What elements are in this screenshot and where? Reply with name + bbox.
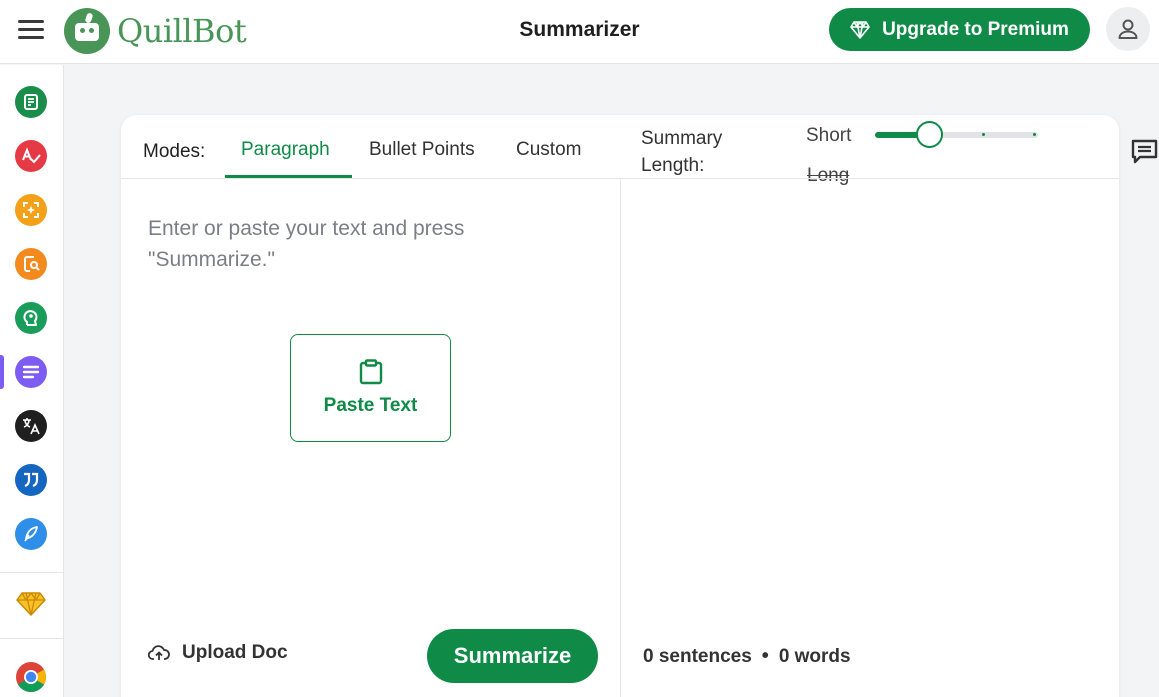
- sidebar-item-summarizer[interactable]: [15, 356, 47, 388]
- premium-diamond-icon: [16, 592, 46, 616]
- comment-icon: [1131, 139, 1158, 164]
- output-stats: 0 sentences • 0 words: [643, 645, 851, 668]
- long-label: Long: [807, 165, 850, 186]
- top-bar: QuillBot Summarizer Upgrade to Premium: [0, 0, 1159, 64]
- input-text-area[interactable]: Enter or paste your text and press "Summ…: [148, 213, 518, 275]
- paraphraser-icon: [24, 94, 38, 110]
- menu-icon[interactable]: [18, 20, 44, 42]
- upgrade-label: Upgrade to Premium: [882, 18, 1069, 40]
- word-count: 0 words: [778, 645, 851, 667]
- summary-length-label: Summary Length:: [641, 125, 722, 179]
- panel-divider: [620, 179, 621, 697]
- user-icon: [1118, 19, 1138, 39]
- sidebar-item-chrome-extension[interactable]: [15, 661, 47, 693]
- quote-icon: [24, 472, 39, 488]
- quillbot-logo-icon: [64, 8, 110, 54]
- sidebar-item-ai-detector[interactable]: [15, 194, 47, 226]
- sidebar-divider: [0, 638, 64, 639]
- sidebar-item-translator[interactable]: [15, 410, 47, 442]
- sidebar: [0, 65, 64, 697]
- slider-tick: [1033, 133, 1036, 136]
- clipboard-icon: [359, 359, 382, 385]
- account-button[interactable]: [1106, 7, 1150, 51]
- paste-text-label: Paste Text: [323, 395, 418, 416]
- upload-doc-button[interactable]: Upload Doc: [148, 642, 288, 664]
- upgrade-to-premium-button[interactable]: Upgrade to Premium: [829, 8, 1090, 51]
- feedback-icon[interactable]: [1130, 138, 1159, 166]
- tab-bullet-points[interactable]: Bullet Points: [369, 139, 475, 161]
- summarize-button[interactable]: Summarize: [427, 629, 598, 683]
- diamond-icon: [850, 20, 870, 39]
- summary-length-label-line2: Length:: [641, 155, 705, 176]
- modes-label: Modes:: [143, 141, 206, 162]
- slider-tick: [982, 133, 985, 136]
- cloud-upload-icon: [148, 645, 170, 660]
- translate-icon: [23, 418, 40, 435]
- summary-length-slider[interactable]: [875, 121, 1038, 148]
- tab-custom[interactable]: Custom: [516, 139, 581, 161]
- sentence-count: 0 sentences: [643, 645, 752, 667]
- quill-pen-icon: [24, 526, 38, 542]
- summarizer-card: Modes: Paragraph Bullet Points Custom Su…: [121, 115, 1119, 697]
- sidebar-item-quillbot-flow[interactable]: [15, 518, 47, 550]
- stats-separator: •: [761, 645, 769, 667]
- sidebar-item-paraphraser[interactable]: [15, 86, 47, 118]
- sidebar-item-citation-generator[interactable]: [15, 464, 47, 496]
- upload-doc-label: Upload Doc: [182, 642, 288, 663]
- active-indicator: [0, 355, 4, 389]
- tab-paragraph[interactable]: Paragraph: [241, 139, 330, 161]
- paste-text-button[interactable]: Paste Text: [290, 334, 451, 442]
- ai-detector-icon: [23, 202, 39, 218]
- chrome-icon: [16, 662, 47, 692]
- humanizer-icon: [23, 310, 38, 326]
- logo-text: QuillBot: [117, 12, 247, 50]
- summary-length-label-line1: Summary: [641, 128, 723, 149]
- sidebar-item-premium[interactable]: [15, 588, 47, 620]
- sidebar-item-grammar-checker[interactable]: [15, 140, 47, 172]
- sidebar-item-plagiarism-checker[interactable]: [15, 248, 47, 280]
- sidebar-divider: [0, 572, 64, 573]
- slider-thumb[interactable]: [916, 121, 943, 148]
- quillbot-logo[interactable]: QuillBot: [64, 8, 247, 54]
- sidebar-item-ai-humanizer[interactable]: [15, 302, 47, 334]
- summarizer-icon: [22, 365, 40, 379]
- grammar-check-icon: [22, 147, 41, 164]
- plagiarism-checker-icon: [24, 256, 40, 272]
- short-label: Short: [806, 125, 852, 146]
